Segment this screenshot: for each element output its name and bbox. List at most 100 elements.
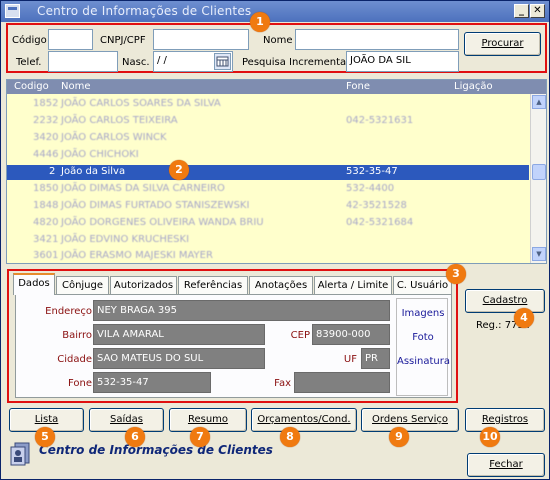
col-nome[interactable]: Nome: [61, 81, 91, 92]
fone-label: Fone: [67, 378, 92, 389]
close-window-button[interactable]: ✕: [530, 4, 545, 18]
nasc-value: / /: [157, 55, 167, 66]
nasc-input[interactable]: / /: [153, 51, 233, 72]
cep-field: 83900-000: [312, 324, 390, 345]
table-row[interactable]: 1848 JOÃO DIMAS FURTADO STANISZEWSKI 42-…: [7, 199, 529, 214]
col-fone[interactable]: Fone: [346, 81, 370, 92]
tab-panel-dados: Endereço NEY BRAGA 395 Bairro VILA AMARA…: [15, 294, 452, 398]
cell-fone: 532-4400: [346, 183, 395, 194]
codigo-label: Código: [12, 35, 47, 46]
cadastro-button[interactable]: Cadastro: [465, 289, 545, 313]
tab-autorizados[interactable]: Autorizados: [110, 276, 177, 295]
fechar-button[interactable]: Fechar: [467, 453, 545, 477]
window-title: Centro de Informações de Clientes: [37, 4, 252, 18]
table-row[interactable]: 3601 JOÃO ERASMO MAJESKI MAYER: [7, 249, 529, 263]
nasc-label: Nasc.: [122, 57, 150, 68]
registros-button[interactable]: Registros: [465, 408, 545, 432]
cell-codigo: 3601: [33, 250, 59, 261]
media-links: Imagens Foto Assinatura: [396, 298, 450, 396]
table-row[interactable]: 3421 JOÃO EDVINO KRUCHESKI: [7, 233, 529, 248]
fechar-button-label: Fechar: [489, 459, 523, 470]
fax-label: Fax: [274, 378, 291, 389]
tab-conjuge[interactable]: Cônjuge: [56, 276, 109, 295]
tab-anotacoes[interactable]: Anotações: [249, 276, 313, 295]
minimize-button[interactable]: _: [514, 4, 529, 18]
cell-fone: 042-5321631: [346, 115, 414, 126]
col-ligacao[interactable]: Ligação: [454, 81, 493, 92]
grid-scrollbar[interactable]: ▲ ▼: [530, 94, 546, 263]
nome-input[interactable]: [295, 29, 459, 50]
marker-1: 1: [250, 12, 270, 32]
search-button[interactable]: Procurar: [464, 32, 541, 56]
client-info-window: Centro de Informações de Clientes _ ✕ Có…: [0, 0, 550, 480]
cadastro-button-label: Cadastro: [482, 295, 528, 306]
table-row[interactable]: 2232 JOÃO CARLOS TEIXEIRA 042-5321631: [7, 114, 529, 129]
endereco-label: Endereço: [45, 306, 92, 317]
calendar-icon[interactable]: [214, 53, 231, 70]
bairro-field: VILA AMARAL: [93, 324, 265, 345]
cell-codigo: 2232: [33, 115, 59, 126]
cidade-field: SAO MATEUS DO SUL: [93, 348, 265, 369]
details-panel: Dados Cônjuge Autorizados Referências An…: [7, 269, 458, 403]
endereco-field: NEY BRAGA 395: [93, 300, 390, 321]
table-row[interactable]: 4446 JOÃO CHICHOKI: [7, 148, 529, 163]
marker-6: 6: [125, 427, 145, 447]
marker-10: 10: [480, 427, 500, 447]
table-row[interactable]: 1852 JOÃO CARLOS SOARES DA SILVA: [7, 97, 529, 112]
tab-referencias[interactable]: Referências: [178, 276, 248, 295]
col-codigo[interactable]: Codigo: [14, 81, 49, 92]
fax-field: [294, 372, 390, 393]
ordens-servico-button[interactable]: Ordens Serviço: [361, 408, 459, 432]
cell-codigo: 1848: [33, 200, 59, 211]
cidade-label: Cidade: [57, 354, 92, 365]
ordens-servico-button-label: Ordens Serviço: [372, 414, 448, 425]
tab-alerta-limite[interactable]: Alerta / Limite: [314, 276, 392, 295]
scroll-up-icon[interactable]: ▲: [532, 95, 546, 109]
cell-nome: JOÃO DORGENES OLIVEIRA WANDA BRIU: [61, 217, 264, 228]
cell-codigo: 3421: [33, 234, 59, 245]
cell-nome: JOÃO CHICHOKI: [61, 149, 139, 160]
resumo-button[interactable]: Resumo: [169, 408, 247, 432]
table-row[interactable]: 3420 JOÃO CARLOS WINCK: [7, 131, 529, 146]
footer-title: Centro de Informações de Clientes: [39, 443, 273, 457]
cell-nome: JOÃO DIMAS FURTADO STANISZEWSKI: [61, 200, 250, 211]
telef-label: Telef.: [16, 57, 42, 68]
cep-label: CEP: [290, 330, 310, 341]
codigo-input[interactable]: [48, 29, 93, 50]
imagens-link[interactable]: Imagens: [397, 308, 449, 319]
cell-fone: 532-35-47: [346, 166, 398, 177]
cell-codigo: 2: [49, 166, 56, 177]
scroll-thumb[interactable]: [532, 164, 546, 180]
search-button-label: Procurar: [481, 38, 524, 49]
uf-field: PR: [361, 348, 390, 369]
table-row[interactable]: 1850 JOÃO DIMAS DA SILVA CARNEIRO 532-44…: [7, 182, 529, 197]
incremental-label: Pesquisa Incremental: [242, 57, 349, 68]
title-bar: Centro de Informações de Clientes _ ✕: [1, 1, 549, 22]
cell-fone: 042-5321684: [346, 217, 414, 228]
cnpj-input[interactable]: [153, 29, 249, 50]
marker-8: 8: [280, 427, 300, 447]
foto-link[interactable]: Foto: [397, 332, 449, 343]
assinatura-link[interactable]: Assinatura: [397, 356, 450, 367]
registros-button-label: Registros: [481, 414, 529, 425]
cell-nome: JOÃO CARLOS SOARES DA SILVA: [61, 98, 221, 109]
marker-9: 9: [389, 427, 409, 447]
resumo-button-label: Resumo: [187, 414, 229, 425]
marker-2: 2: [169, 160, 189, 180]
tab-c-usuario[interactable]: C. Usuário: [393, 276, 452, 295]
table-row-selected[interactable]: 2 João da Silva 532-35-47: [7, 165, 529, 180]
orcamentos-button-label: Orçamentos/Cond.: [257, 414, 351, 425]
telef-input[interactable]: [48, 51, 118, 72]
table-row[interactable]: 4820 JOÃO DORGENES OLIVEIRA WANDA BRIU 0…: [7, 216, 529, 231]
incremental-search-input[interactable]: JOÃO DA SIL: [346, 51, 459, 72]
clients-logo-icon: [9, 441, 31, 467]
tab-dados[interactable]: Dados: [13, 273, 55, 295]
window-app-icon: [5, 4, 20, 18]
cnpj-label: CNPJ/CPF: [100, 35, 146, 46]
lista-button-label: Lista: [34, 414, 59, 425]
orcamentos-button[interactable]: Orçamentos/Cond.: [251, 408, 357, 432]
bairro-label: Bairro: [62, 330, 92, 341]
marker-4: 4: [514, 308, 534, 328]
scroll-down-icon[interactable]: ▼: [532, 247, 546, 261]
saidas-button[interactable]: Saídas: [89, 408, 164, 432]
